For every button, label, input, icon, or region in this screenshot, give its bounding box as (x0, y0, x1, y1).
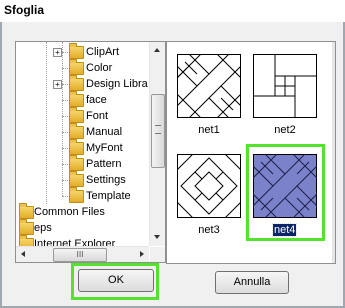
tree-item-label: Pattern (86, 158, 122, 170)
thumbnail-net2[interactable]: net2 (249, 50, 325, 142)
tree-item[interactable]: Manual (16, 123, 149, 140)
tree-item-label: MyFont (86, 142, 123, 154)
title-bar[interactable]: Sfoglia (0, 0, 345, 22)
tree-vertical-scrollbar[interactable] (149, 42, 165, 246)
thumbnail-label: net1 (198, 124, 220, 136)
tree-item[interactable]: Common Files (16, 203, 149, 220)
tree-item-label: Settings (86, 174, 126, 186)
thumbnail-net3[interactable]: net3 (173, 150, 249, 242)
net4-pattern-icon (253, 154, 317, 218)
thumbnail-label: net3 (198, 224, 220, 236)
tree-item-label: Template (86, 190, 131, 202)
scroll-up-arrow-icon[interactable] (154, 48, 160, 52)
folder-icon (19, 203, 34, 219)
tree-item[interactable]: Font (16, 107, 149, 124)
scroll-corner (150, 247, 165, 262)
folder-icon (69, 139, 84, 155)
folder-icon (69, 43, 84, 59)
folder-tree[interactable]: + ClipArt Color + Design Libra face Font Manual… (15, 41, 166, 263)
tree-guide-line (62, 148, 68, 149)
tree-horizontal-scroll-thumb[interactable]: III (53, 248, 107, 262)
folder-icon (69, 75, 84, 91)
tree-item-label: ClipArt (86, 46, 120, 58)
tree-guide-line (62, 84, 68, 85)
folder-icon (69, 123, 84, 139)
net3-pattern-icon (177, 154, 241, 218)
tree-item[interactable]: Pattern (16, 155, 149, 172)
tree-guide-line (62, 100, 68, 101)
thumbnail-label-selected: net4 (271, 223, 298, 237)
folder-icon (69, 59, 84, 75)
tree-item[interactable]: face (16, 91, 149, 108)
tree-item-label: Font (86, 110, 109, 122)
scroll-down-arrow-icon[interactable] (154, 235, 160, 239)
thumbnail-net1[interactable]: net1 (173, 50, 249, 142)
folder-icon (69, 187, 84, 203)
net2-pattern-icon (253, 54, 317, 118)
tree-item[interactable]: Color (16, 59, 149, 76)
scroll-left-arrow-icon[interactable] (21, 251, 25, 257)
tree-vertical-scroll-thumb[interactable] (151, 94, 165, 168)
tree-item[interactable]: Template (16, 187, 149, 204)
tree-item-label: Design Libra (86, 78, 148, 90)
folder-icon (19, 219, 34, 235)
ok-button[interactable]: OK (78, 269, 154, 292)
tree-item-label: Manual (86, 126, 123, 138)
tree-horizontal-scrollbar[interactable]: III (16, 246, 149, 262)
folder-icon (69, 171, 84, 187)
tree-item[interactable]: MyFont (16, 139, 149, 156)
tree-item[interactable]: + Design Libra (16, 75, 149, 92)
browse-dialog: Sfoglia + ClipArt Color + Design Libra face Fo… (0, 0, 345, 308)
thumbnail-net4[interactable]: net4 (249, 150, 325, 242)
tree-guide-line (62, 196, 68, 197)
tree-item[interactable]: + ClipArt (16, 43, 149, 60)
folder-icon (69, 155, 84, 171)
cancel-button[interactable]: Annulla (215, 271, 289, 294)
tree-item-label: Color (86, 62, 113, 74)
thumbnail-panel[interactable]: net1 net2 net3 net4 (166, 41, 336, 264)
expand-plus-icon[interactable]: + (53, 48, 62, 57)
tree-guide-line (62, 164, 68, 165)
tree-item-label: eps (34, 222, 52, 234)
grip-icon (155, 125, 161, 134)
net1-pattern-icon (177, 54, 241, 118)
tree-item[interactable]: Settings (16, 171, 149, 188)
thumbnail-scrollbar[interactable] (332, 42, 335, 263)
tree-item[interactable]: eps (16, 219, 149, 236)
folder-icon (69, 91, 84, 107)
window-title: Sfoglia (4, 3, 45, 17)
tree-guide-line (62, 132, 68, 133)
tree-guide-line (62, 116, 68, 117)
expand-plus-icon[interactable]: + (53, 80, 62, 89)
tree-guide-line (62, 68, 68, 69)
folder-icon (69, 107, 84, 123)
tree-item-label: face (86, 94, 107, 106)
tree-item-label: Common Files (34, 206, 105, 218)
scroll-right-arrow-icon[interactable] (140, 251, 144, 257)
tree-guide-line (62, 180, 68, 181)
tree-guide-line (62, 52, 68, 53)
thumbnail-label: net2 (274, 124, 296, 136)
